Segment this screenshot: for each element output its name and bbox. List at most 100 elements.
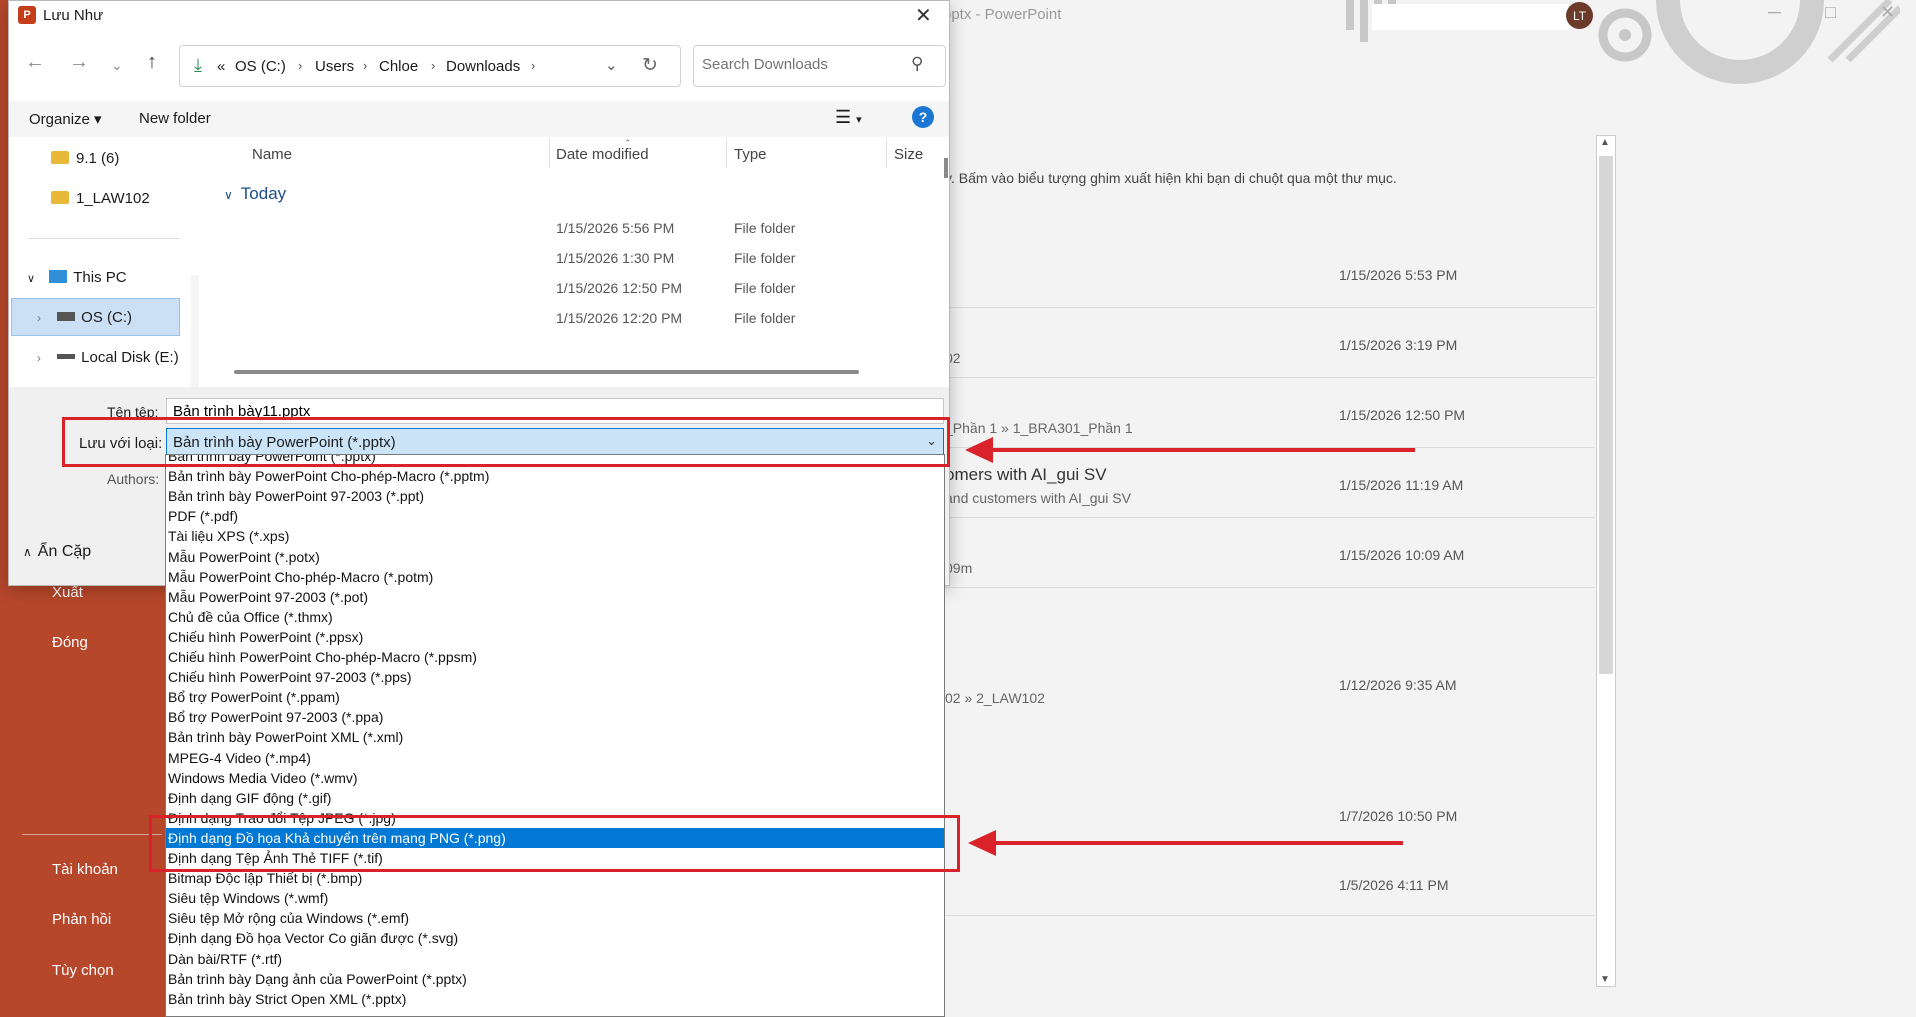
avatar[interactable]: LT [1566, 2, 1593, 29]
savetype-option[interactable]: PDF (*.pdf) [166, 506, 944, 526]
recent-date: 1/5/2026 4:11 PM [1339, 877, 1449, 893]
chevron-down-icon[interactable]: ∨ [27, 273, 35, 285]
savetype-option[interactable]: Mẫu PowerPoint (*.potx) [166, 547, 944, 567]
nav-this-pc[interactable]: ∨ This PC [27, 269, 127, 286]
search-icon[interactable]: ⚲ [911, 54, 923, 74]
savetype-option[interactable]: Dàn bài/RTF (*.rtf) [166, 949, 944, 969]
chevron-down-icon[interactable]: ⌄ [111, 57, 123, 74]
sidebar-item-options[interactable]: Tùy chọn [52, 962, 114, 979]
column-header-size[interactable]: Size [894, 146, 923, 163]
savetype-option[interactable]: Bản trình bày Dạng ảnh của PowerPoint (*… [166, 969, 944, 989]
folder-icon [51, 151, 69, 164]
recent-item[interactable]: 02 » 2_LAW102 [945, 655, 1595, 725]
scroll-up-icon[interactable]: ▲ [1600, 137, 1610, 148]
view-options-icon[interactable]: ☰ ▾ [835, 107, 862, 128]
savetype-option[interactable]: Bản trình bày Strict Open XML (*.pptx) [166, 989, 944, 1009]
nav-folder[interactable]: 9.1 (6) [51, 150, 119, 167]
recent-item[interactable]: 09m [945, 518, 1595, 588]
group-header-today[interactable]: ∨ Today [224, 184, 286, 204]
address-bar[interactable]: ⤓ « OS (C:) › Users › Chloe › Downloads … [179, 45, 681, 87]
savetype-option[interactable]: Chiếu hình PowerPoint 97-2003 (*.pps) [166, 667, 944, 687]
help-icon[interactable]: ? [912, 106, 934, 128]
powerpoint-icon: P [18, 6, 36, 24]
authors-label: Authors: [107, 471, 160, 487]
savetype-option[interactable]: Windows Media Video (*.wmv) [166, 768, 944, 788]
dialog-title: Lưu Như [43, 7, 104, 24]
vertical-scrollbar[interactable] [944, 158, 948, 178]
breadcrumb-os-c[interactable]: OS (C:) [235, 58, 286, 75]
breadcrumb-separator-icon: › [531, 58, 536, 73]
file-row[interactable]: 1/15/2026 12:20 PM File folder [204, 304, 934, 334]
back-arrow-icon[interactable]: ← [25, 51, 45, 74]
hide-folders-button[interactable]: ∧ Ẩn Cặp [23, 543, 91, 561]
savetype-option[interactable]: Bổ trợ PowerPoint 97-2003 (*.ppa) [166, 707, 944, 727]
breadcrumb-chloe[interactable]: Chloe [379, 58, 418, 75]
annotation-arrow-line [990, 448, 1415, 452]
nav-divider [29, 238, 179, 239]
drive-icon [57, 354, 76, 359]
recent-item[interactable]: omers with AI_gui SV and customers with … [945, 448, 1595, 518]
savetype-option[interactable]: Mẫu PowerPoint 97-2003 (*.pot) [166, 587, 944, 607]
savetype-option[interactable]: Định dạng GIF động (*.gif) [166, 788, 944, 808]
savetype-option[interactable]: Bản trình bày PowerPoint 97-2003 (*.ppt) [166, 486, 944, 506]
savetype-option[interactable]: Siêu tệp Mở rộng của Windows (*.emf) [166, 908, 944, 928]
savetype-option[interactable]: Siêu tệp Windows (*.wmf) [166, 888, 944, 908]
recent-scrollbar[interactable]: ▲ ▼ [1596, 135, 1616, 987]
search-box[interactable]: ⚲ [693, 45, 946, 87]
sidebar-item-feedback[interactable]: Phản hồi [52, 911, 111, 928]
close-icon[interactable]: ✕ [915, 3, 932, 28]
savetype-option[interactable]: Bổ trợ PowerPoint (*.ppam) [166, 687, 944, 707]
column-separator [549, 138, 550, 168]
recent-date: 1/15/2026 3:19 PM [1339, 337, 1458, 353]
new-folder-button[interactable]: New folder [139, 110, 211, 127]
savetype-option[interactable]: Chủ đề của Office (*.thmx) [166, 607, 944, 627]
breadcrumb-overflow[interactable]: « [217, 58, 225, 75]
chevron-right-icon[interactable]: › [37, 311, 41, 325]
savetype-option[interactable]: MPEG-4 Video (*.mp4) [166, 748, 944, 768]
file-row[interactable]: 1/15/2026 12:50 PM File folder [204, 274, 934, 304]
savetype-option[interactable]: Định dạng Đồ họa Vector Co giãn được (*.… [166, 928, 944, 948]
nav-folder[interactable]: 1_LAW102 [51, 190, 150, 207]
savetype-option[interactable]: Chiếu hình PowerPoint Cho-phép-Macro (*.… [166, 647, 944, 667]
breadcrumb-users[interactable]: Users [315, 58, 354, 75]
sidebar-item-close[interactable]: Đóng [52, 634, 88, 651]
recent-item[interactable]: 02 [945, 308, 1595, 378]
recent-date: 1/15/2026 5:53 PM [1339, 267, 1458, 283]
savetype-option[interactable]: Mẫu PowerPoint Cho-phép-Macro (*.potm) [166, 567, 944, 587]
minimize-icon[interactable]: ─ [1768, 2, 1781, 23]
breadcrumb-downloads[interactable]: Downloads [446, 58, 520, 75]
column-separator [886, 138, 887, 168]
horizontal-scrollbar[interactable] [234, 370, 859, 374]
sidebar-item-export[interactable]: Xuất [52, 584, 83, 601]
savetype-option[interactable]: Bản trình bày PowerPoint Cho-phép-Macro … [166, 466, 944, 486]
file-row[interactable]: 1/15/2026 1:30 PM File folder [204, 244, 934, 274]
scroll-down-icon[interactable]: ▼ [1600, 974, 1610, 985]
sidebar-item-account[interactable]: Tài khoản [52, 861, 118, 878]
file-row[interactable]: 1/15/2026 5:56 PM File folder [204, 214, 934, 244]
refresh-icon[interactable]: ↻ [642, 54, 658, 77]
search-account-box[interactable] [1372, 4, 1570, 30]
column-header-type[interactable]: Type [734, 146, 767, 163]
sort-chevron-icon: ⌃ [624, 138, 632, 148]
nav-os-c[interactable]: › OS (C:) [37, 309, 132, 326]
annotation-arrow-line [995, 841, 1403, 845]
maximize-icon[interactable]: □ [1825, 2, 1836, 23]
search-input[interactable] [702, 56, 902, 73]
up-arrow-icon[interactable]: ↑ [147, 51, 157, 74]
organize-button[interactable]: Organize ▾ [29, 110, 102, 128]
savetype-option[interactable]: Chiếu hình PowerPoint (*.ppsx) [166, 627, 944, 647]
scroll-thumb[interactable] [1599, 156, 1613, 674]
close-window-icon[interactable]: ✕ [1880, 2, 1895, 23]
chevron-up-icon: ∧ [23, 545, 32, 559]
column-header-name[interactable]: Name [252, 146, 292, 163]
address-dropdown-icon[interactable]: ⌄ [605, 56, 618, 74]
column-header-date[interactable]: Date modified [556, 146, 649, 163]
savetype-option[interactable]: Bản trình bày PowerPoint XML (*.xml) [166, 727, 944, 747]
dialog-titlebar[interactable]: P Lưu Như ✕ [9, 1, 949, 31]
nav-local-disk[interactable]: › Local Disk (E:) [37, 349, 179, 366]
savetype-option[interactable]: Tài liệu XPS (*.xps) [166, 526, 944, 546]
recent-item[interactable] [945, 238, 1595, 308]
recent-item[interactable]: _Phần 1 » 1_BRA301_Phần 1 [945, 378, 1595, 448]
forward-arrow-icon[interactable]: → [69, 51, 89, 74]
chevron-right-icon[interactable]: › [37, 351, 41, 365]
